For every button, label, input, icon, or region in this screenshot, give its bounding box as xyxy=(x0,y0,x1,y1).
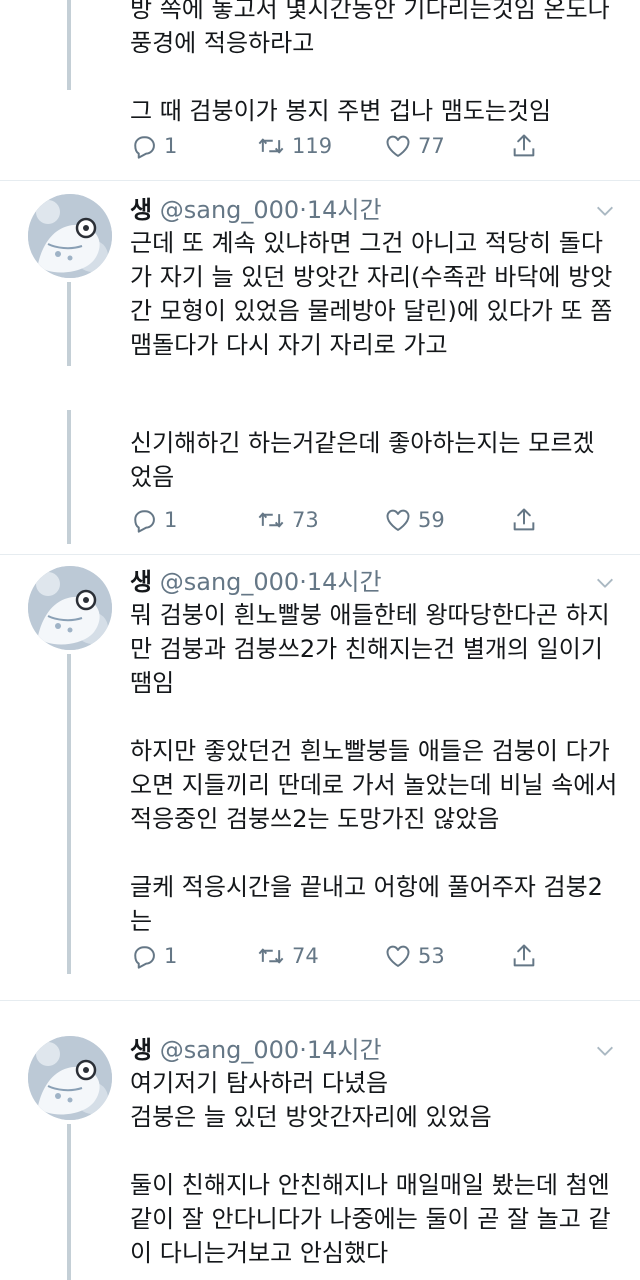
tweet-line: 는 xyxy=(130,907,153,935)
chevron-down-icon[interactable] xyxy=(594,200,616,222)
avatar-image xyxy=(28,566,112,650)
avatar-image xyxy=(28,1036,112,1120)
separator: · xyxy=(299,196,307,224)
tweet-text: 여기저기 탐사하러 다녔음 검붕은 늘 있던 방앗간자리에 있었음 둘이 친해지… xyxy=(130,1066,625,1270)
tweet-line: 글케 적응시간을 끝내고 어항에 풀어주자 검붕2 xyxy=(130,873,603,901)
tweet-line: 근데 또 계속 있냐하면 그건 아니고 적당히 돌다 xyxy=(130,229,603,257)
reply-icon xyxy=(130,942,158,970)
retweet-count: 119 xyxy=(292,134,333,158)
chevron-down-icon[interactable] xyxy=(594,1040,616,1062)
tweet-line: 이 다니는거보고 안심했다 xyxy=(130,1239,389,1267)
reply-icon xyxy=(130,132,158,160)
display-name[interactable]: 생 xyxy=(130,1036,152,1064)
tweet-line: 가 자기 늘 있던 방앗간 자리(수족관 바닥에 방앗 xyxy=(130,263,613,291)
share-icon xyxy=(510,942,538,970)
chevron-down-icon[interactable] xyxy=(594,572,616,594)
retweet-icon xyxy=(256,942,286,970)
tweet-header: 생 @sang_000·14시간 xyxy=(130,1034,382,1066)
share-button[interactable] xyxy=(510,938,538,974)
tweet-line xyxy=(130,700,625,734)
reply-count: 1 xyxy=(164,944,178,968)
tweet-line: 같이 잘 안다니다가 나중에는 둘이 곧 잘 놀고 같 xyxy=(130,1205,611,1233)
thread-line xyxy=(67,282,71,366)
reply-button[interactable]: 1 xyxy=(130,502,177,538)
tweet-line: 뭐 검붕이 흰노빨붕 애들한테 왕따당한다곤 하지 xyxy=(130,601,610,629)
display-name[interactable]: 생 xyxy=(130,568,152,596)
retweet-button[interactable]: 73 xyxy=(256,502,319,538)
tweet-text: 방 쪽에 놓고서 몇시간동안 기다리는것임 온도나 풍경에 적응하라고 그 때 … xyxy=(130,0,625,128)
divider xyxy=(0,554,640,555)
share-icon xyxy=(510,506,538,534)
tweet-line: 적응중인 검붕쓰2는 도망가진 않았음 xyxy=(130,805,500,833)
tweet-text: 뭐 검붕이 흰노빨붕 애들한테 왕따당한다곤 하지 만 검붕과 검붕쓰2가 친해… xyxy=(130,598,625,938)
retweet-icon xyxy=(256,132,286,160)
retweet-icon xyxy=(256,506,286,534)
reply-icon xyxy=(130,506,158,534)
like-count: 59 xyxy=(418,508,445,532)
tweet-line: 었음 xyxy=(130,463,175,491)
tweet-line: 검붕은 늘 있던 방앗간자리에 있었음 xyxy=(130,1103,492,1131)
thread-line xyxy=(67,0,71,90)
tweet-line: 땜임 xyxy=(130,669,175,697)
tweet-line: 둘이 친해지나 안친해지나 매일매일 봤는데 첨엔 xyxy=(130,1171,610,1199)
divider xyxy=(0,180,640,181)
retweet-button[interactable]: 74 xyxy=(256,938,319,974)
retweet-count: 74 xyxy=(292,944,319,968)
like-count: 53 xyxy=(418,944,445,968)
tweet-line: 풍경에 적응하라고 xyxy=(130,29,315,57)
tweet-line xyxy=(130,1134,625,1168)
thread-line xyxy=(67,1124,71,1280)
user-handle[interactable]: @sang_000 xyxy=(160,1036,299,1064)
share-icon xyxy=(510,132,538,160)
retweet-count: 73 xyxy=(292,508,319,532)
tweet-line: 방 쪽에 놓고서 몇시간동안 기다리는것임 온도나 xyxy=(130,0,610,23)
like-button[interactable]: 77 xyxy=(384,128,445,164)
avatar[interactable] xyxy=(28,1036,112,1120)
share-button[interactable] xyxy=(510,502,538,538)
tweet-line: 오면 지들끼리 딴데로 가서 놀았는데 비닐 속에서 xyxy=(130,771,618,799)
heart-icon xyxy=(384,942,412,970)
avatar[interactable] xyxy=(28,194,112,278)
timestamp[interactable]: 14시간 xyxy=(307,196,382,224)
reply-button[interactable]: 1 xyxy=(130,128,177,164)
tweet-line: 맴돌다가 다시 자기 자리로 가고 xyxy=(130,331,448,359)
like-count: 77 xyxy=(418,134,445,158)
tweet-line: 만 검붕과 검붕쓰2가 친해지는건 별개의 일이기 xyxy=(130,635,603,663)
tweet-text: 근데 또 계속 있냐하면 그건 아니고 적당히 돌다 가 자기 늘 있던 방앗간… xyxy=(130,226,625,362)
tweet-line: 여기저기 탐사하러 다녔음 xyxy=(130,1069,389,1097)
avatar-image xyxy=(28,194,112,278)
tweet-header: 생 @sang_000·14시간 xyxy=(130,194,382,226)
reply-button[interactable]: 1 xyxy=(130,938,177,974)
tweet-line: 간 모형이 있었음 물레방아 달린)에 있다가 또 쫌 xyxy=(130,297,613,325)
timestamp[interactable]: 14시간 xyxy=(307,568,382,596)
tweet-header: 생 @sang_000·14시간 xyxy=(130,566,382,598)
reply-count: 1 xyxy=(164,134,178,158)
tweet-line xyxy=(130,60,625,94)
display-name[interactable]: 생 xyxy=(130,196,152,224)
separator: · xyxy=(299,568,307,596)
tweet-text: 신기해하긴 하는거같은데 좋아하는지는 모르겠 었음 xyxy=(130,426,625,494)
share-button[interactable] xyxy=(510,128,538,164)
tweet-line: 하지만 좋았던건 흰노빨붕들 애들은 검붕이 다가 xyxy=(130,737,610,765)
tweet-line: 신기해하긴 하는거같은데 좋아하는지는 모르겠 xyxy=(130,429,595,457)
heart-icon xyxy=(384,132,412,160)
divider xyxy=(0,1000,640,1001)
like-button[interactable]: 59 xyxy=(384,502,445,538)
thread-line xyxy=(67,410,71,544)
user-handle[interactable]: @sang_000 xyxy=(160,196,299,224)
tweet-line: 그 때 검붕이가 봉지 주변 겁나 맴도는것임 xyxy=(130,97,552,125)
tweet-line xyxy=(130,836,625,870)
like-button[interactable]: 53 xyxy=(384,938,445,974)
avatar[interactable] xyxy=(28,566,112,650)
user-handle[interactable]: @sang_000 xyxy=(160,568,299,596)
separator: · xyxy=(299,1036,307,1064)
timestamp[interactable]: 14시간 xyxy=(307,1036,382,1064)
heart-icon xyxy=(384,506,412,534)
reply-count: 1 xyxy=(164,508,178,532)
retweet-button[interactable]: 119 xyxy=(256,128,332,164)
thread-line xyxy=(67,654,71,974)
